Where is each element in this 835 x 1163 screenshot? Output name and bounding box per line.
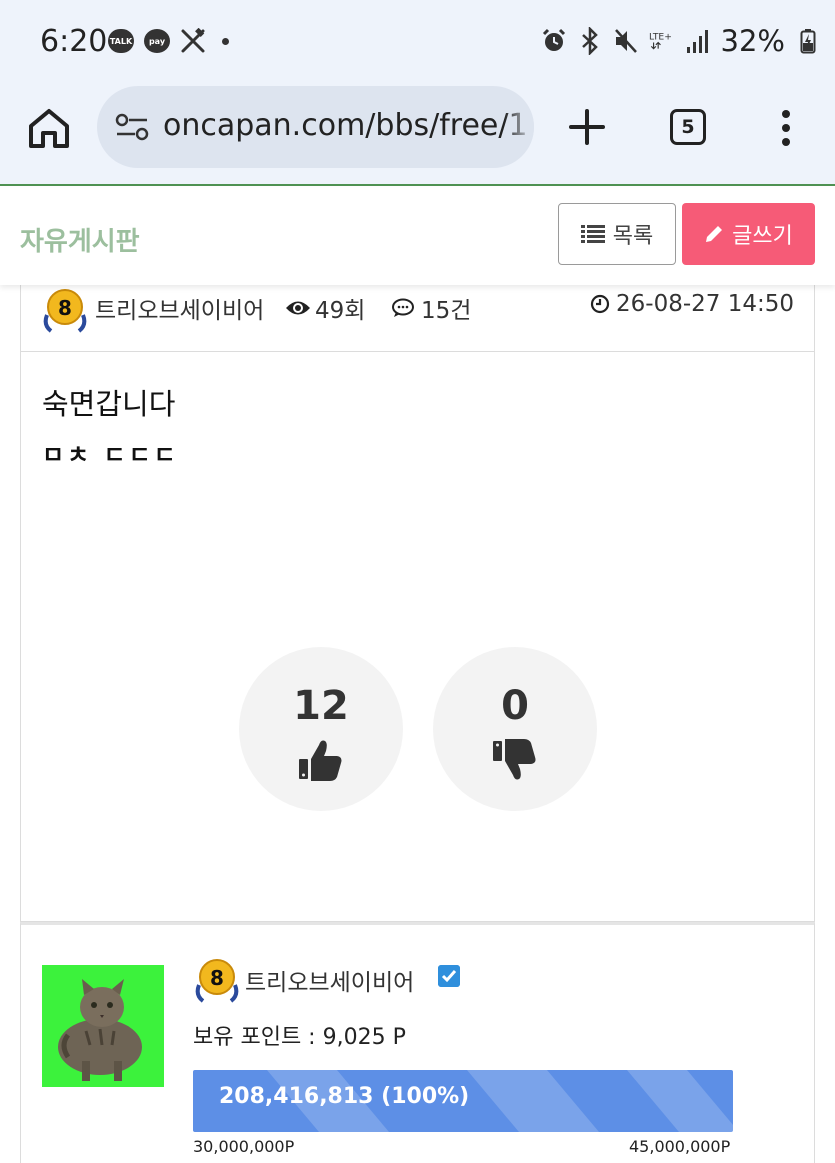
eye-icon <box>286 301 310 315</box>
dislike-button[interactable]: 0 <box>433 647 597 811</box>
battery-icon <box>800 29 816 54</box>
status-time: 6:20 <box>40 24 108 59</box>
tab-switcher-button[interactable]: 5 <box>670 109 706 145</box>
signal-icon <box>686 30 708 53</box>
level-number: 8 <box>58 296 72 320</box>
url-fade <box>504 86 534 168</box>
board-header: 자유게시판 목록 글쓰기 <box>0 188 835 285</box>
more-notifications-dot <box>222 37 229 45</box>
pencil-icon <box>706 226 723 242</box>
more-menu-icon[interactable] <box>778 108 794 148</box>
profile-level-badge-icon: 8 <box>195 959 239 1003</box>
post-body: ㅁㅊ ㄷㄷㄷ <box>42 441 179 469</box>
experience-min: 30,000,000P <box>193 1137 295 1156</box>
post-title: 숙면갑니다 <box>42 387 176 421</box>
bluetooth-icon <box>581 27 598 55</box>
url-text[interactable]: oncapan.com/bbs/free/1 <box>163 108 528 143</box>
browser-toolbar: oncapan.com/bbs/free/1 5 <box>0 82 835 186</box>
bar-stripe <box>466 1070 600 1132</box>
view-count: 49회 <box>285 291 365 325</box>
battery-percent: 32% <box>720 24 785 58</box>
alarm-icon <box>542 28 565 51</box>
kakaopay-icon: pay <box>144 29 170 53</box>
verified-check-icon <box>438 965 460 987</box>
new-tab-icon[interactable] <box>568 108 606 146</box>
kakaotalk-icon: TALK <box>108 29 134 53</box>
bar-stripe <box>626 1070 733 1132</box>
post-date-text: 26-08-27 14:50 <box>616 291 794 317</box>
level-badge-icon: 8 <box>43 289 87 333</box>
list-button[interactable]: 목록 <box>558 203 676 265</box>
write-button[interactable]: 글쓰기 <box>682 203 815 265</box>
board-title[interactable]: 자유게시판 <box>20 221 140 258</box>
tools-icon <box>181 28 205 53</box>
write-button-label: 글쓰기 <box>732 224 793 249</box>
like-count: 12 <box>293 683 349 729</box>
status-bar: 6:20 TALK pay LTE+ 32% <box>0 0 835 82</box>
experience-max: 45,000,000P <box>629 1137 731 1156</box>
dislike-count: 0 <box>501 683 529 729</box>
address-bar[interactable]: oncapan.com/bbs/free/1 <box>97 86 534 168</box>
site-settings-icon[interactable] <box>115 113 149 141</box>
thumbs-down-icon <box>493 739 536 780</box>
post-date: 26-08-27 14:50 <box>590 291 794 317</box>
experience-bar: 208,416,813 (100%) <box>193 1070 733 1132</box>
like-button[interactable]: 12 <box>239 647 403 811</box>
cat-avatar-icon <box>58 979 142 1081</box>
comment-count: 15건 <box>391 291 471 325</box>
comment-count-text: 15건 <box>421 298 472 324</box>
svg-text:LTE+: LTE+ <box>649 31 672 42</box>
author-profile-card: 8 트리오브세이비어 보유 포인트 : 9,025 P 208,416,813 … <box>20 922 815 1163</box>
clock-icon <box>590 294 610 314</box>
notification-icons: TALK pay <box>108 28 229 54</box>
profile-level-number: 8 <box>210 966 224 990</box>
system-icons: LTE+ 32% <box>541 24 821 58</box>
author-avatar[interactable] <box>42 965 164 1087</box>
mute-icon <box>614 29 637 53</box>
home-icon[interactable] <box>26 106 72 150</box>
experience-text: 208,416,813 (100%) <box>219 1084 470 1109</box>
network-icon: LTE+ <box>649 31 672 50</box>
comment-icon <box>392 298 414 317</box>
post-card: 8 트리오브세이비어 49회 15건 26-08-27 14:50 숙면갑니다 … <box>20 270 815 922</box>
list-icon <box>580 225 605 243</box>
post-author[interactable]: 트리오브세이비어 <box>95 291 264 325</box>
list-button-label: 목록 <box>612 224 654 249</box>
view-count-text: 49회 <box>315 298 366 324</box>
thumbs-up-icon <box>299 740 342 781</box>
points-label: 보유 포인트 : 9,025 P <box>193 1025 406 1050</box>
profile-name[interactable]: 트리오브세이비어 <box>245 963 414 997</box>
